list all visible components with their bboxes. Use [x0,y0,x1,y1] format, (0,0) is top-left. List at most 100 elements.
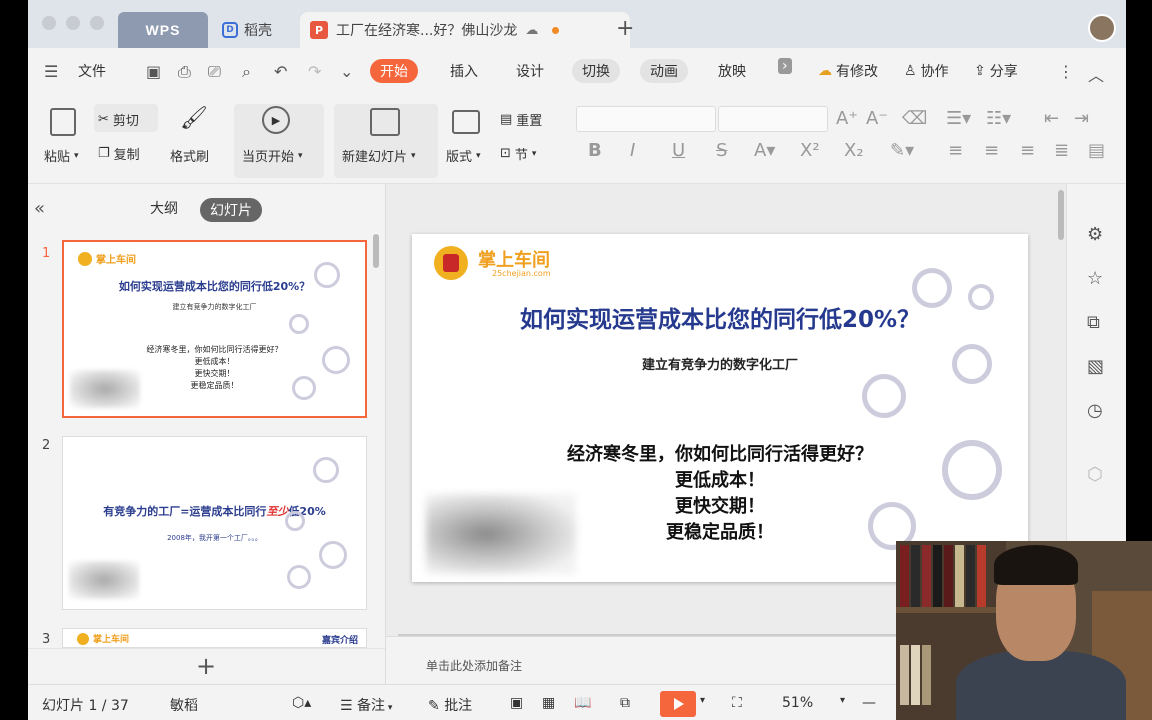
grid-view-icon[interactable]: ▦ [542,695,555,711]
menu-tab-transition[interactable]: 切换 [572,59,620,83]
menu-tab-animation[interactable]: 动画 [640,59,688,83]
italic-icon[interactable]: I [630,140,635,161]
share-button[interactable]: ⇪ 分享 [964,59,1028,83]
tab-document[interactable]: P 工厂在经济寒...好？佛山沙龙 ☁ [300,12,630,48]
play-slideshow-button[interactable] [660,691,696,717]
align-right-icon[interactable]: ≡ [1020,140,1035,161]
font-family-select[interactable] [576,106,716,132]
collaborate-button[interactable]: ♙ 协作 [894,59,959,83]
thumb-subtitle: 建立有竞争力的数字化工厂 [172,303,257,311]
smart-beautify-icon[interactable]: ⬡▴ [292,695,311,711]
format-painter-button[interactable]: 格式刷 [170,146,209,165]
bullet-list-icon[interactable]: ☰▾ [946,108,971,129]
slide-thumbnail-3[interactable]: 掌上车间 嘉宾介绍 [62,628,367,648]
new-slide-icon[interactable] [370,108,400,136]
animation-star-icon[interactable]: ☆ [1087,268,1103,289]
more-options-icon[interactable]: ⋮ [1058,62,1074,81]
new-tab-plus-icon[interactable]: + [616,16,634,41]
tab-outline[interactable]: 大纲 [150,198,178,218]
decrease-indent-icon[interactable]: ⇤ [1044,108,1059,129]
font-color-icon[interactable]: A▾ [754,140,775,161]
settings-sliders-icon[interactable]: ⚙ [1087,224,1103,245]
comments-button[interactable]: ✎ 批注 [428,695,472,715]
justify-icon[interactable]: ≣ [1054,140,1069,161]
tab-slides[interactable]: 幻灯片 [200,198,262,222]
reset-button[interactable]: ▤ 重置 [500,110,542,129]
fit-window-icon[interactable]: ⛶ [732,695,742,711]
collapse-ribbon-icon[interactable]: ︿ [1088,62,1104,86]
paste-icon[interactable] [50,108,76,136]
user-avatar[interactable] [1088,14,1116,42]
increase-indent-icon[interactable]: ⇥ [1074,108,1089,129]
underline-icon[interactable]: U [672,140,685,161]
tab-daoke[interactable]: D 稻壳 [218,12,298,48]
slide-body-line[interactable]: 经济寒冬里，你如何比同行活得更好？ [412,440,1028,466]
zoom-out-icon[interactable]: — [862,695,876,711]
normal-view-icon[interactable]: ▣ [510,695,523,711]
history-clock-icon[interactable]: ◷ [1087,400,1103,421]
distribute-icon[interactable]: ▤ [1088,140,1105,161]
slide-subtitle[interactable]: 建立有竞争力的数字化工厂 [412,354,1028,373]
thumb-scrollbar[interactable] [373,234,379,268]
cut-button[interactable]: ✂ 剪切 [98,110,139,129]
menu-tab-home[interactable]: 开始 [370,59,418,83]
add-slide-plus-icon[interactable]: + [196,652,216,680]
increase-font-icon[interactable]: A⁺ [836,108,858,129]
menu-tab-design[interactable]: 设计 [506,59,554,83]
slide-thumbnail-2[interactable]: 有竞争力的工厂=运营成本比同行至少低20% 2008年，我开第一个工厂。。。 [62,436,367,610]
subscript-icon[interactable]: X₂ [844,140,864,161]
align-left-icon[interactable]: ≡ [948,140,963,161]
book [900,545,909,607]
save-icon[interactable]: ▣ [146,62,161,81]
strikethrough-icon[interactable]: S [716,140,727,161]
zoom-level[interactable]: 51% [782,695,813,711]
superscript-icon[interactable]: X² [800,140,820,161]
layout-icon[interactable] [452,110,480,134]
zoom-window-button[interactable] [90,16,104,30]
box-icon[interactable]: ⬡ [1087,464,1103,485]
play-from-current-icon[interactable]: ▶ [262,106,290,134]
menu-scroll-right-icon[interactable]: › [778,58,792,74]
canvas-vertical-scrollbar[interactable] [1058,190,1064,240]
new-slide-button[interactable]: 新建幻灯片 ▾ [342,146,416,165]
language-mode[interactable]: 敏稻 [170,695,198,715]
section-button[interactable]: ⊡ 节 ▾ [500,144,536,163]
zoom-dropdown-icon[interactable]: ▾ [840,695,845,706]
has-changes-button[interactable]: ☁ 有修改 [808,59,888,83]
minimize-window-button[interactable] [66,16,80,30]
slide-body-line[interactable]: 更低成本！ [412,466,1028,492]
close-window-button[interactable] [42,16,56,30]
paste-button[interactable]: 粘贴 ▾ [44,146,79,165]
collapse-panel-icon[interactable]: « [34,198,45,219]
highlight-icon[interactable]: ✎▾ [890,140,914,161]
undo-icon[interactable]: ↶ [274,62,287,81]
image-edit-icon[interactable]: ▧ [1087,356,1104,377]
redo-icon[interactable]: ↷ [308,62,321,81]
clear-format-icon[interactable]: ⌫ [902,108,927,129]
transition-icon[interactable]: ⧉ [1087,312,1100,333]
presenter-view-icon[interactable]: ⧉ [620,695,630,711]
from-current-button[interactable]: 当页开始 ▾ [242,146,303,165]
copy-button[interactable]: ❐ 复制 [98,144,140,163]
slide-thumbnail-1[interactable]: 掌上车间 如何实现运营成本比您的同行低20%？ 建立有竞争力的数字化工厂 经济寒… [62,240,367,418]
menu-tab-slideshow[interactable]: 放映 [708,59,756,83]
format-painter-icon[interactable]: 🖌 [180,106,208,131]
more-dropdown-icon[interactable]: ⌄ [340,62,353,81]
current-slide[interactable]: 掌上车间 25chejian.com 如何实现运营成本比您的同行低20%？ 建立… [412,234,1028,582]
export-pdf-icon[interactable]: ⎙ [178,62,191,82]
print-icon[interactable]: ⎚ [208,62,221,82]
tab-wps[interactable]: WPS [118,12,208,48]
decrease-font-icon[interactable]: A⁻ [866,108,888,129]
font-size-select[interactable] [718,106,828,132]
play-options-arrow-icon[interactable]: ▾ [700,695,705,706]
reading-view-icon[interactable]: 📖 [574,695,591,711]
layout-button[interactable]: 版式 ▾ [446,146,481,165]
align-center-icon[interactable]: ≡ [984,140,999,161]
hamburger-menu-icon[interactable]: ☰ [44,62,58,81]
menu-file[interactable]: 文件 [68,59,116,83]
print-preview-icon[interactable]: ⌕ [242,62,251,82]
notes-toggle-button[interactable]: ☰ 备注 ▾ [340,695,392,715]
bold-icon[interactable]: B [588,140,602,161]
menu-tab-insert[interactable]: 插入 [440,59,488,83]
numbered-list-icon[interactable]: ☷▾ [986,108,1011,129]
